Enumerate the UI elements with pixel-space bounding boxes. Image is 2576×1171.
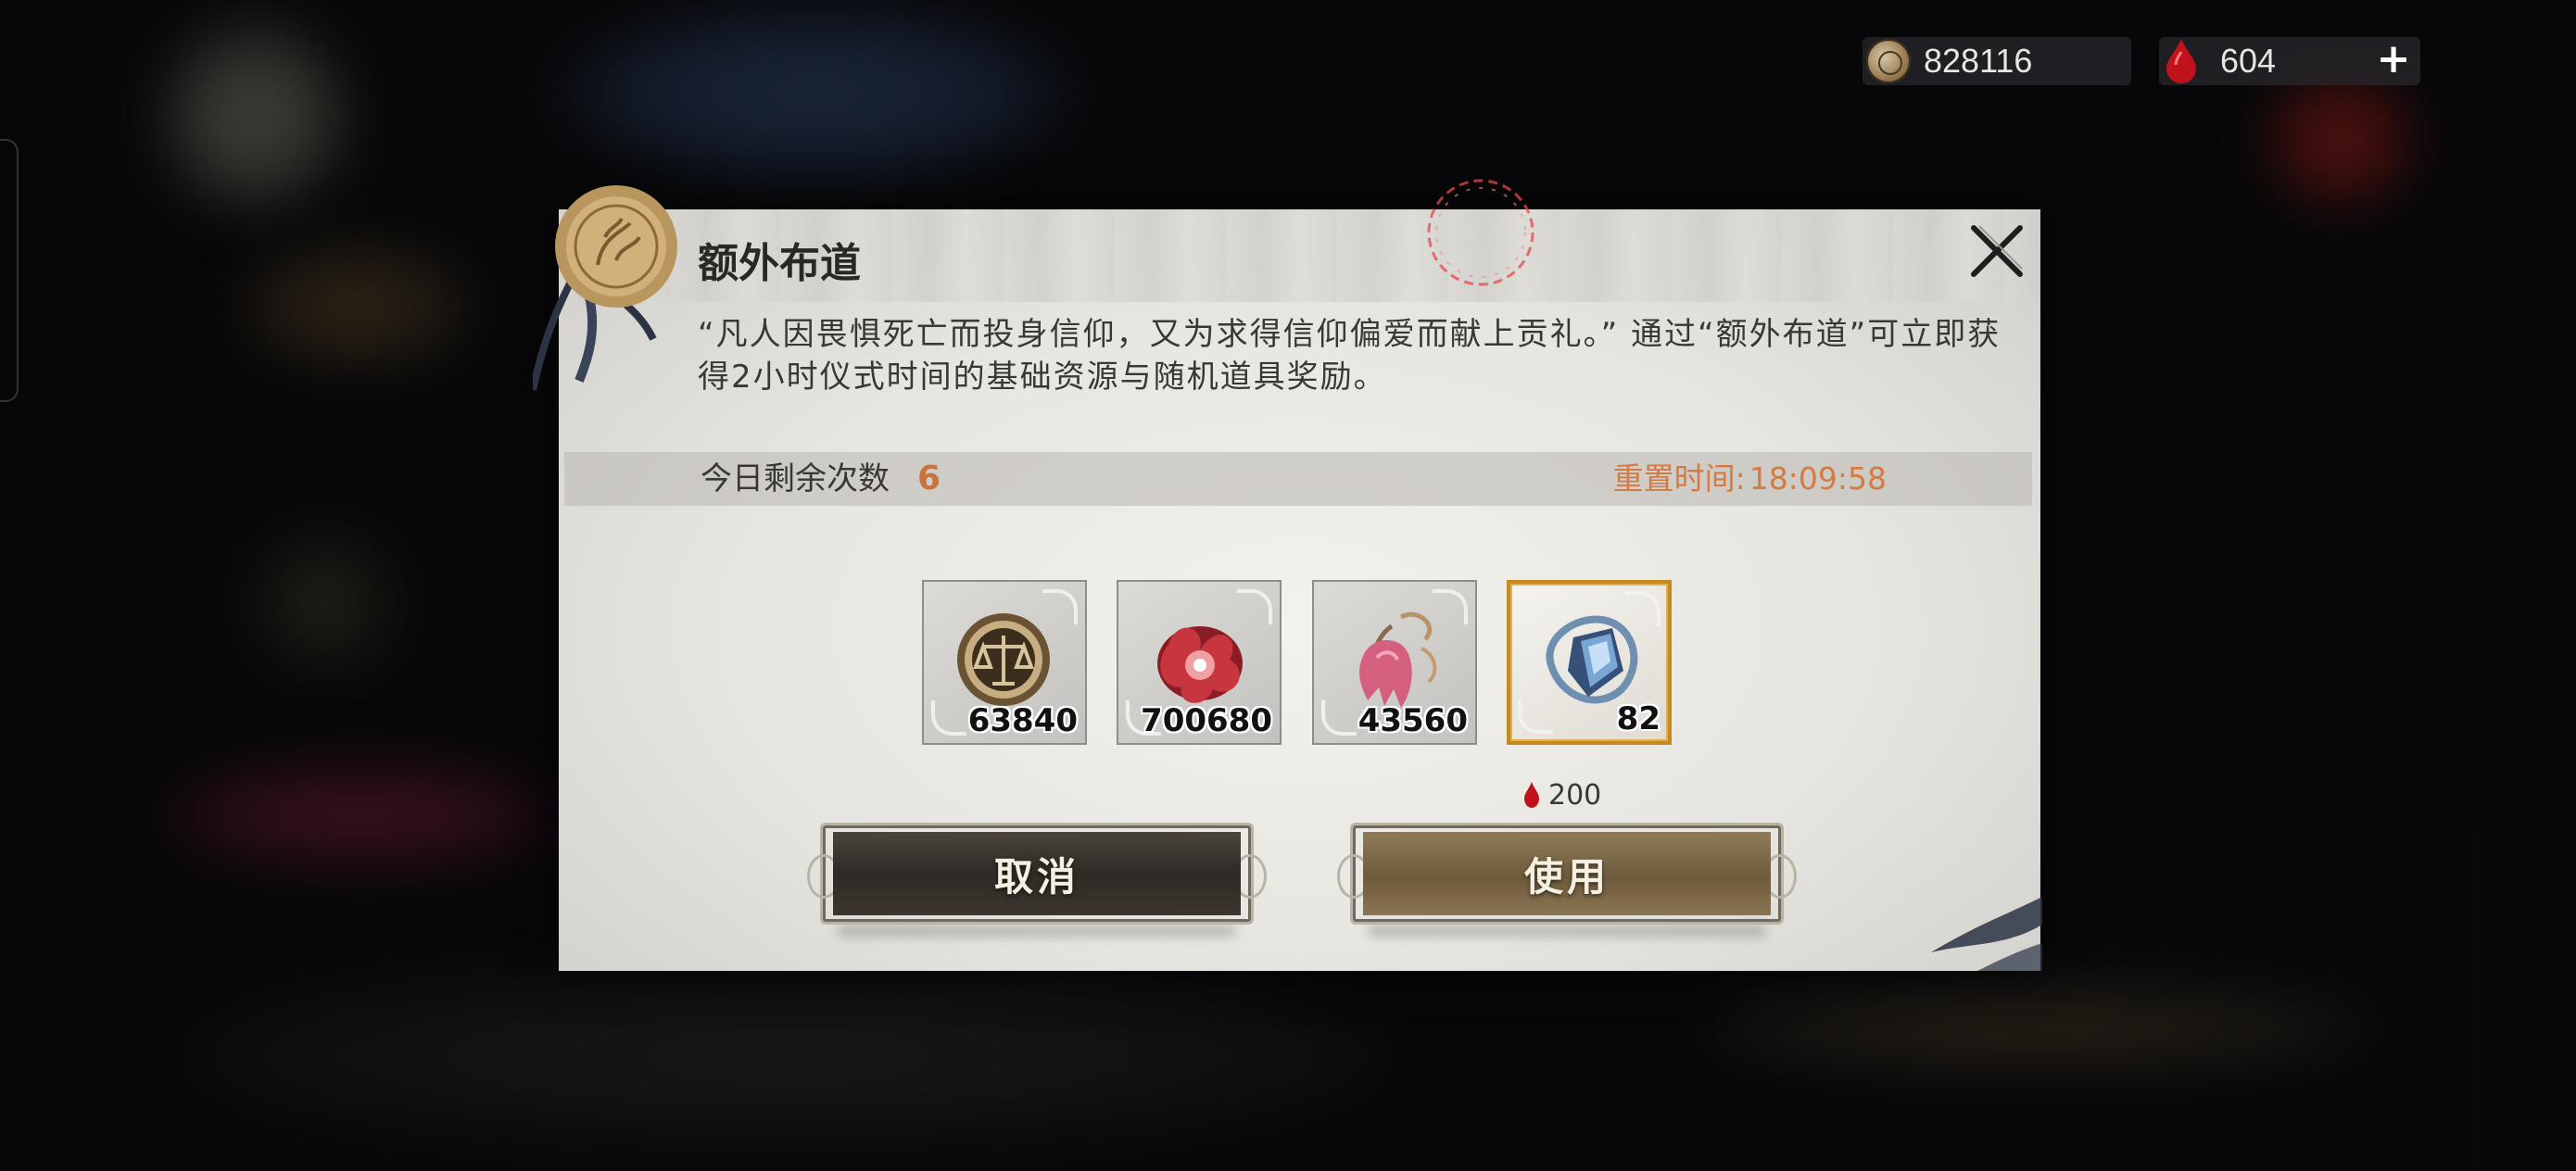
dialog-description: “凡人因畏惧死亡而投身信仰，又为求得信仰偏爱而献上贡礼。” 通过“额外布道”可立…: [698, 316, 2001, 396]
cost-value: 200: [1548, 778, 1602, 812]
reward-tile-coins[interactable]: 63840: [922, 580, 1087, 745]
glow-ring-effect: [1427, 179, 1534, 286]
reward-quantity: 700680: [1141, 702, 1272, 739]
coin-counter: 828116: [1863, 37, 2131, 85]
pink-bell-flower-icon: [1359, 611, 1437, 708]
reward-tile-red-essence[interactable]: 700680: [1117, 580, 1282, 745]
use-button[interactable]: 使用: [1337, 823, 1797, 936]
blood-drop-icon: [2166, 39, 2196, 83]
use-cost: 200: [1522, 776, 1601, 813]
side-tab-handle: [0, 139, 19, 402]
scales-coin-icon: [1866, 39, 1911, 83]
red-flower-essence-icon: [1157, 626, 1243, 703]
add-blood-button[interactable]: +: [2372, 39, 2415, 82]
reset-label: 重置时间:: [1612, 460, 1746, 497]
reset-timer: 重置时间: 18:09:58: [1613, 458, 1887, 500]
reward-tile-pink-flower[interactable]: 43560: [1312, 580, 1477, 745]
reward-quantity: 82: [1616, 700, 1661, 737]
scales-coin-icon: [957, 613, 1050, 706]
reset-time: 18:09:58: [1749, 460, 1887, 497]
blood-counter: 604 +: [2159, 37, 2420, 85]
remaining-count: 6: [917, 460, 941, 497]
extra-sermon-dialog: 额外布道 “凡人因畏惧死亡而投身信仰，又为求得信仰偏爱而献上贡礼。” 通过“额外…: [533, 179, 2042, 971]
reward-quantity: 43560: [1357, 702, 1468, 739]
blood-drop-icon: [1524, 782, 1539, 808]
dialog-title: 额外布道: [698, 240, 861, 287]
wax-seal-icon: [533, 185, 677, 391]
reward-tile-blue-crystal[interactable]: 82: [1507, 580, 1672, 745]
close-icon[interactable]: [1966, 220, 2027, 282]
cancel-label: 取消: [993, 853, 1080, 900]
cancel-button[interactable]: 取消: [807, 823, 1267, 936]
blood-value: 604: [2220, 42, 2277, 80]
remaining-label: 今日剩余次数: [701, 460, 890, 497]
reward-quantity: 63840: [967, 702, 1078, 739]
coin-value: 828116: [1924, 42, 2033, 80]
ink-splash-decoration: [1931, 897, 2042, 971]
use-label: 使用: [1523, 853, 1610, 900]
